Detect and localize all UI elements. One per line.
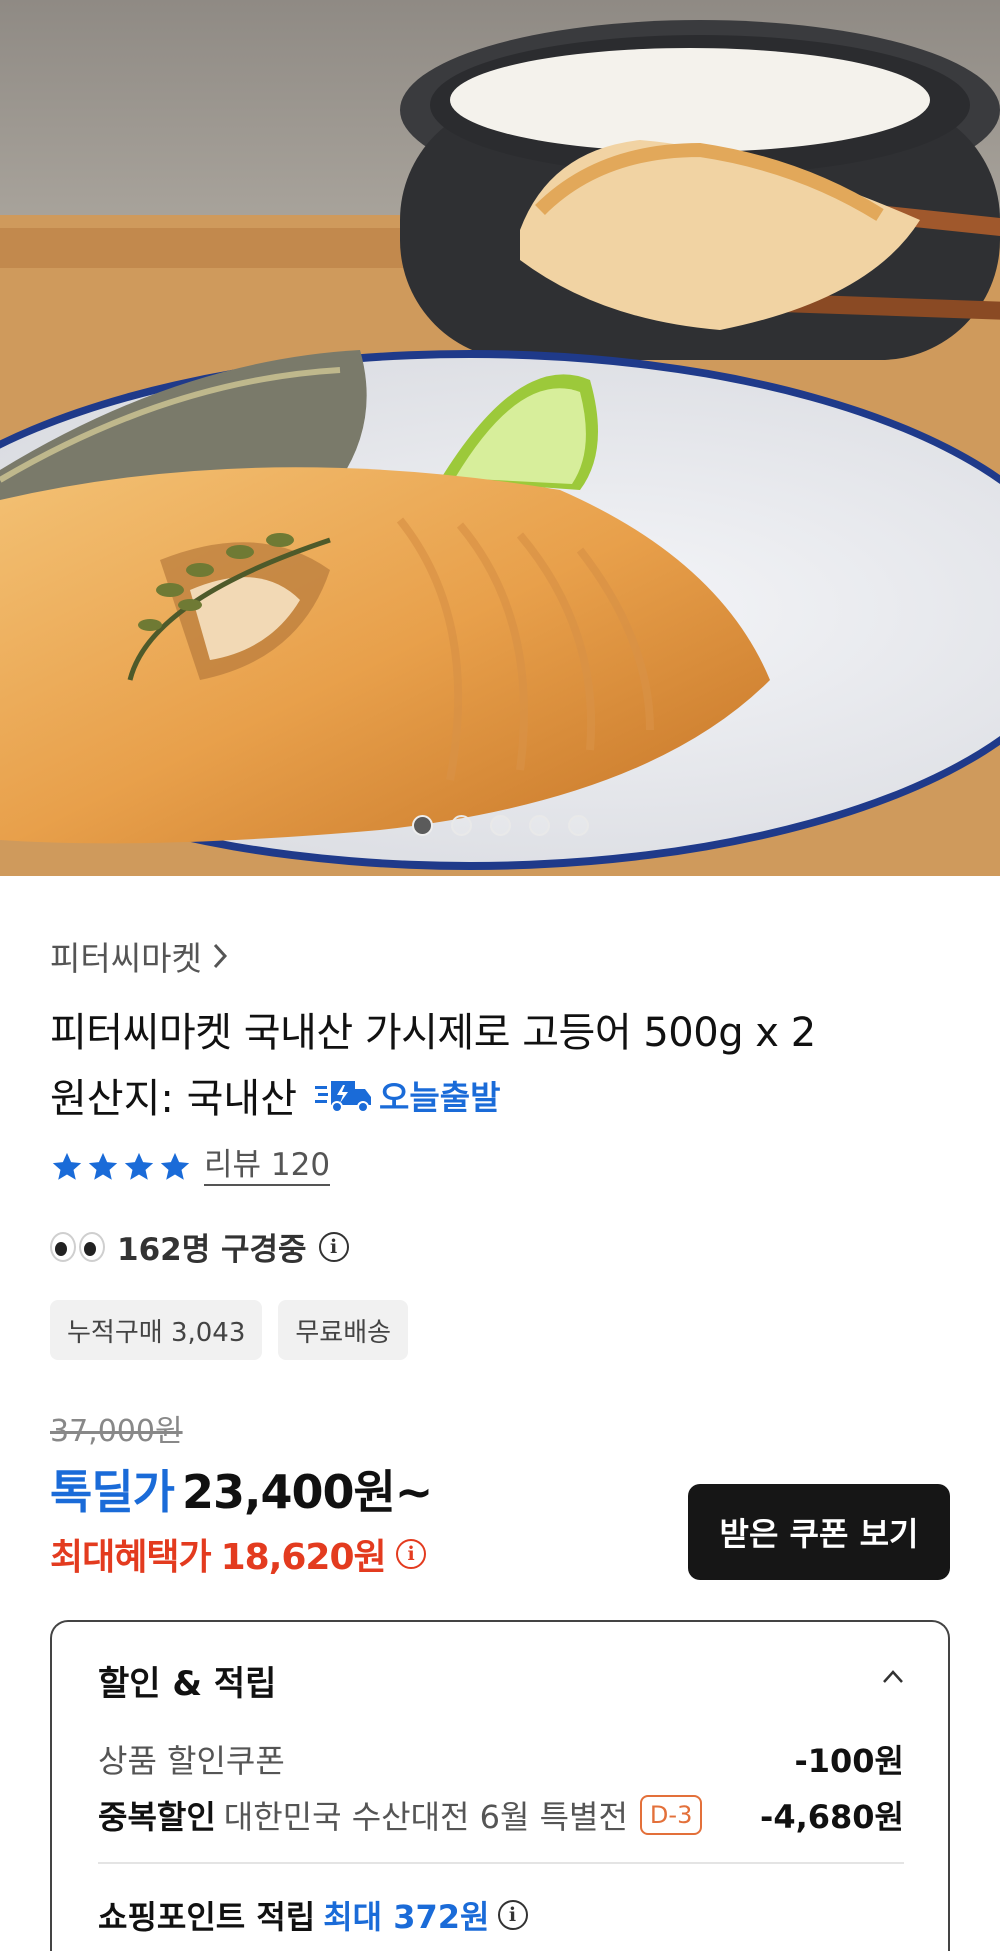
product-image-carousel[interactable] xyxy=(0,0,1000,876)
delivery-truck-icon xyxy=(315,1081,371,1113)
product-coupon-row: 상품 할인쿠폰 -100원 xyxy=(98,1736,904,1782)
brand-name: 피터씨마켓 xyxy=(50,939,202,978)
discount-benefits-panel: 할인 & 적립 상품 할인쿠폰 -100원 중복할인 대한민국 수산대전 6월 … xyxy=(50,1620,950,1951)
carousel-dot-5[interactable] xyxy=(567,815,589,836)
info-icon[interactable]: i xyxy=(497,1900,528,1930)
carousel-indicator xyxy=(0,815,1000,836)
deal-price: 23,400원~ xyxy=(181,1465,433,1519)
carousel-dot-4[interactable] xyxy=(528,815,550,836)
benefits-title: 할인 & 적립 xyxy=(98,1664,277,1704)
max-benefit-price: 18,620원 xyxy=(220,1537,387,1578)
viewers-count: 162명 구경중 i xyxy=(50,1224,349,1269)
purchase-count-tag: 누적구매 3,043 xyxy=(50,1300,263,1360)
star-icon xyxy=(52,1152,82,1180)
d-day-badge: D-3 xyxy=(639,1795,703,1835)
chevron-right-icon xyxy=(213,943,227,969)
max-benefit-label: 최대혜택가 xyxy=(50,1537,212,1578)
product-photo xyxy=(0,0,1000,876)
divider xyxy=(98,1862,904,1864)
brand-link[interactable]: 피터씨마켓 xyxy=(50,932,228,980)
deal-label: 톡딜가 xyxy=(50,1465,175,1519)
duplicate-discount-label: 중복할인 xyxy=(98,1798,216,1836)
carousel-dot-1[interactable] xyxy=(411,815,433,836)
points-label: 쇼핑포인트 적립 xyxy=(98,1898,316,1936)
product-tags: 누적구매 3,043 무료배송 xyxy=(50,1300,409,1360)
deal-price-row: 톡딜가 23,400원~ xyxy=(50,1456,433,1522)
chevron-up-icon[interactable] xyxy=(882,1666,904,1688)
star-rating xyxy=(50,1150,192,1184)
original-price: 37,000원 xyxy=(50,1414,183,1449)
info-icon[interactable]: i xyxy=(318,1231,349,1262)
rating-summary: 리뷰 120 xyxy=(50,1147,331,1186)
product-coupon-label: 상품 할인쿠폰 xyxy=(98,1742,285,1780)
free-shipping-tag: 무료배송 xyxy=(278,1300,409,1360)
carousel-dot-2[interactable] xyxy=(450,815,472,836)
star-icon xyxy=(88,1152,118,1180)
product-coupon-value: -100원 xyxy=(794,1742,904,1780)
product-title: 피터씨마켓 국내산 가시제로 고등어 500g x 2 xyxy=(50,1010,816,1056)
max-benefit-price-row: 최대혜택가 18,620원 i xyxy=(50,1528,426,1580)
same-day-shipping-label: 오늘출발 xyxy=(379,1078,501,1117)
same-day-shipping-badge: 오늘출발 xyxy=(315,1071,500,1119)
eyes-icon xyxy=(50,1231,105,1262)
points-value: 최대 372원 xyxy=(323,1898,490,1936)
product-origin: 원산지: 국내산 xyxy=(50,1076,297,1122)
duplicate-discount-value: -4,680원 xyxy=(760,1798,904,1836)
info-icon[interactable]: i xyxy=(395,1539,426,1569)
received-coupons-button[interactable]: 받은 쿠폰 보기 xyxy=(688,1484,950,1580)
duplicate-discount-row: 중복할인 대한민국 수산대전 6월 특별전 D-3 -4,680원 xyxy=(98,1792,904,1838)
star-icon xyxy=(124,1152,154,1180)
review-link[interactable]: 리뷰 120 xyxy=(204,1147,331,1186)
carousel-dot-3[interactable] xyxy=(489,815,511,836)
viewers-text: 162명 구경중 xyxy=(117,1232,307,1268)
shopping-points-row: 쇼핑포인트 적립 최대 372원 i xyxy=(98,1892,528,1938)
duplicate-discount-event: 대한민국 수산대전 6월 특별전 xyxy=(223,1798,628,1836)
star-icon xyxy=(160,1152,190,1180)
